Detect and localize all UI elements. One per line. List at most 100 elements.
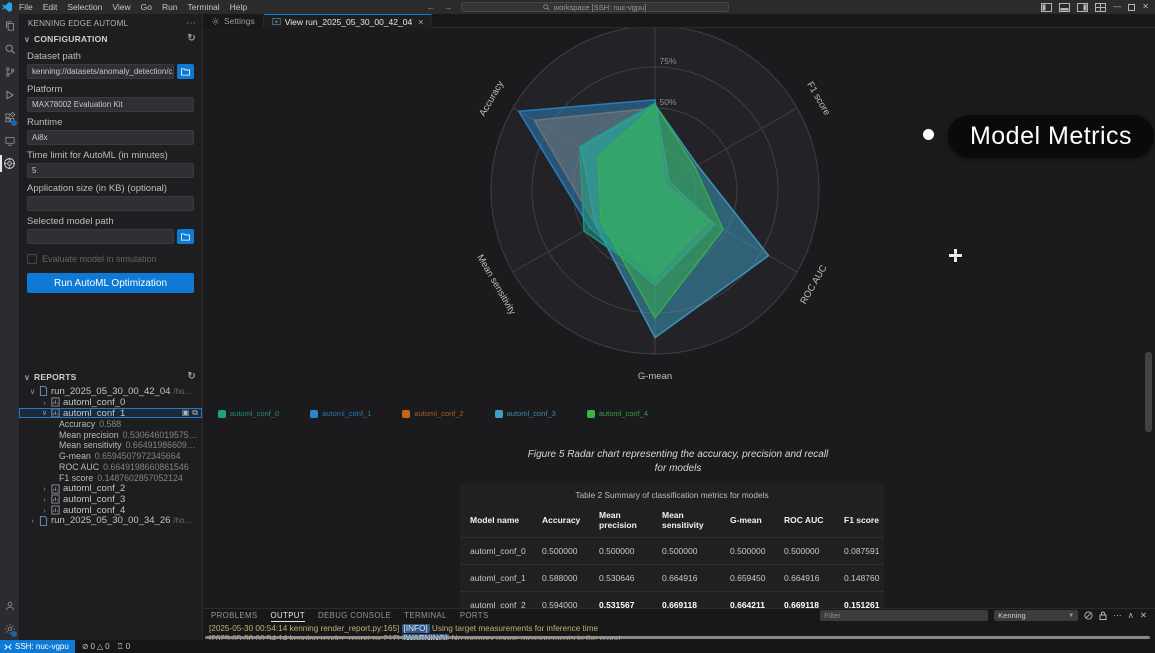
panel-horizontal-scrollbar[interactable] <box>205 636 1150 639</box>
ports-indicator[interactable]: ♖ 0 <box>117 642 131 651</box>
tree-item-automl-conf-3[interactable]: ›automl_conf_3 <box>19 494 202 505</box>
reports-section-header[interactable]: ∨ REPORTS ↻ <box>19 370 202 384</box>
activity-item-settings[interactable] <box>0 617 19 640</box>
tree-item-automl-conf-4[interactable]: ›automl_conf_4 <box>19 505 202 516</box>
copy-icon[interactable]: ⧉ <box>192 408 198 418</box>
tree-item-label: Mean sensitivity <box>59 440 122 450</box>
refresh-icon[interactable]: ↻ <box>187 34 196 44</box>
annotation-dot <box>923 129 934 140</box>
activity-item-explorer[interactable] <box>0 14 19 37</box>
panel-tab-ports[interactable]: PORTS <box>460 609 489 622</box>
maximize-panel-icon[interactable]: ∧ <box>1128 611 1134 620</box>
selected-model-path-browse-button[interactable] <box>177 229 194 244</box>
activity-item-search[interactable] <box>0 37 19 60</box>
more-actions-icon[interactable]: ⋯ <box>1113 611 1122 620</box>
toggle-secondary-sidebar-icon[interactable] <box>1077 3 1088 12</box>
table-header-accuracy: Accuracy <box>532 506 589 538</box>
sidebar-more-actions-icon[interactable]: ⋯ <box>186 18 196 29</box>
command-center-search[interactable]: workspace [SSH: nuc-vgpu] <box>461 2 729 12</box>
close-window-icon[interactable]: ✕ <box>1142 3 1149 11</box>
activity-item-source-control[interactable] <box>0 60 19 83</box>
runtime-label: Runtime <box>27 117 194 128</box>
output-channel-select[interactable]: Kenning ▼ <box>994 610 1078 621</box>
time-limit-input[interactable]: 5 <box>27 163 194 178</box>
table-header-model-name: Model name <box>460 506 532 538</box>
tree-item-automl-conf-2[interactable]: ›automl_conf_2 <box>19 483 202 494</box>
menu-run[interactable]: Run <box>157 2 183 12</box>
toggle-panel-icon[interactable] <box>1059 3 1070 12</box>
activity-item-kenning[interactable] <box>0 152 19 175</box>
panel-tab-output[interactable]: OUTPUT <box>271 609 305 622</box>
menu-edit[interactable]: Edit <box>38 2 63 12</box>
metric-roc-auc[interactable]: ROC AUC0.6649198660861546 <box>19 462 202 473</box>
metric-mean-sensitivity[interactable]: Mean sensitivity0.6649198660918719 <box>19 440 202 451</box>
legend-item-automl_conf_1[interactable]: automl_conf_1 <box>310 409 371 418</box>
output-filter-input[interactable] <box>820 610 988 621</box>
configuration-section-header[interactable]: ∨ CONFIGURATION ↻ <box>19 32 202 46</box>
time-limit-label: Time limit for AutoML (in minutes) <box>27 150 194 161</box>
menu-help[interactable]: Help <box>225 2 252 12</box>
runtime-input[interactable]: Ai8x <box>27 130 194 145</box>
menu-terminal[interactable]: Terminal <box>183 2 225 12</box>
tree-item-automl-conf-0[interactable]: ›automl_conf_0 <box>19 397 202 408</box>
problems-indicator[interactable]: ⊘ 0 △ 0 <box>82 642 110 651</box>
tree-item-run-2025-05-30-00-34-26[interactable]: ›run_2025_05_30_00_34_26/home/ad/kenning… <box>19 516 202 527</box>
nav-back-icon[interactable]: ← <box>427 2 436 12</box>
toggle-sidebar-icon[interactable] <box>1041 3 1052 12</box>
legend-item-automl_conf_4[interactable]: automl_conf_4 <box>587 409 648 418</box>
nav-forward-icon[interactable]: → <box>444 2 453 12</box>
radar-axis-label: Accuracy <box>477 79 506 119</box>
run-automl-button[interactable]: Run AutoML Optimization <box>27 273 194 293</box>
legend-item-automl_conf_3[interactable]: automl_conf_3 <box>495 409 556 418</box>
selected-model-path-input-row <box>27 229 194 244</box>
selected-model-path-input[interactable] <box>27 229 174 244</box>
panel-tabs: PROBLEMS OUTPUT DEBUG CONSOLE TERMINAL PORTS <box>211 609 502 622</box>
simulation-checkbox-row[interactable]: Evaluate model in simulation <box>27 254 194 264</box>
refresh-icon[interactable]: ↻ <box>187 372 196 382</box>
dataset-path-input[interactable]: kenning://datasets/anomaly_detection/cat… <box>27 64 174 79</box>
panel-tab-debug-console[interactable]: DEBUG CONSOLE <box>318 609 391 622</box>
close-panel-icon[interactable]: ✕ <box>1140 611 1147 620</box>
menu-go[interactable]: Go <box>136 2 157 12</box>
minimize-icon[interactable]: — <box>1113 3 1121 11</box>
menu-selection[interactable]: Selection <box>62 2 107 12</box>
preview-icon <box>272 17 281 26</box>
panel-tab-problems[interactable]: PROBLEMS <box>211 609 258 622</box>
tree-item-run-2025-05-30-00-42-04[interactable]: ∨run_2025_05_30_00_42_04/home/ad/kenning… <box>19 386 202 397</box>
restore-icon[interactable] <box>1128 4 1135 11</box>
customize-layout-icon[interactable] <box>1095 3 1106 12</box>
tab-settings[interactable]: Settings <box>203 14 264 28</box>
legend-item-automl_conf_0[interactable]: automl_conf_0 <box>218 409 279 418</box>
table-cell: 0.664916 <box>774 565 834 592</box>
editor-scrollbar[interactable] <box>1145 352 1152 432</box>
open-report-icon[interactable]: ▣ <box>182 408 190 418</box>
menu-file[interactable]: File <box>14 2 38 12</box>
close-tab-icon[interactable]: × <box>418 17 423 27</box>
activity-item-accounts[interactable] <box>0 594 19 617</box>
panel-tab-terminal[interactable]: TERMINAL <box>404 609 447 622</box>
dataset-path-browse-button[interactable] <box>177 64 194 79</box>
menu-view[interactable]: View <box>107 2 135 12</box>
metric-accuracy[interactable]: Accuracy0.588 <box>19 418 202 429</box>
legend-item-automl_conf_2[interactable]: automl_conf_2 <box>402 409 463 418</box>
metric-g-mean[interactable]: G-mean0.6594507972345664 <box>19 451 202 462</box>
legend-label: automl_conf_3 <box>507 409 556 418</box>
lock-scroll-icon[interactable] <box>1099 611 1107 620</box>
activity-item-remote-explorer[interactable] <box>0 129 19 152</box>
platform-input[interactable]: MAX78002 Evaluation Kit <box>27 97 194 112</box>
report-file-icon <box>39 386 48 396</box>
warning-count: 0 <box>105 642 109 651</box>
metric-f1-score[interactable]: F1 score0.1487602857052124 <box>19 472 202 483</box>
activity-item-run-debug[interactable] <box>0 83 19 106</box>
remote-indicator[interactable]: SSH: nuc-vgpu <box>0 640 75 653</box>
table-caption: Table 2 Summary of classification metric… <box>460 488 884 506</box>
metric-mean-precision[interactable]: Mean precision0.5306460195758963 <box>19 429 202 440</box>
tree-item-automl-conf-1[interactable]: ∨automl_conf_1▣⧉ <box>19 408 202 419</box>
clear-output-icon[interactable] <box>1084 611 1093 620</box>
chevron-down-icon: ∨ <box>29 387 36 396</box>
activity-item-extensions[interactable] <box>0 106 19 129</box>
tab-view-run-2025-05-30-00-42-04[interactable]: View run_2025_05_30_00_42_04× <box>264 14 433 28</box>
tree-item-description: /home/ad/kenning_plugi… <box>173 387 198 396</box>
simulation-checkbox[interactable] <box>27 254 37 264</box>
application-size-input[interactable] <box>27 196 194 211</box>
